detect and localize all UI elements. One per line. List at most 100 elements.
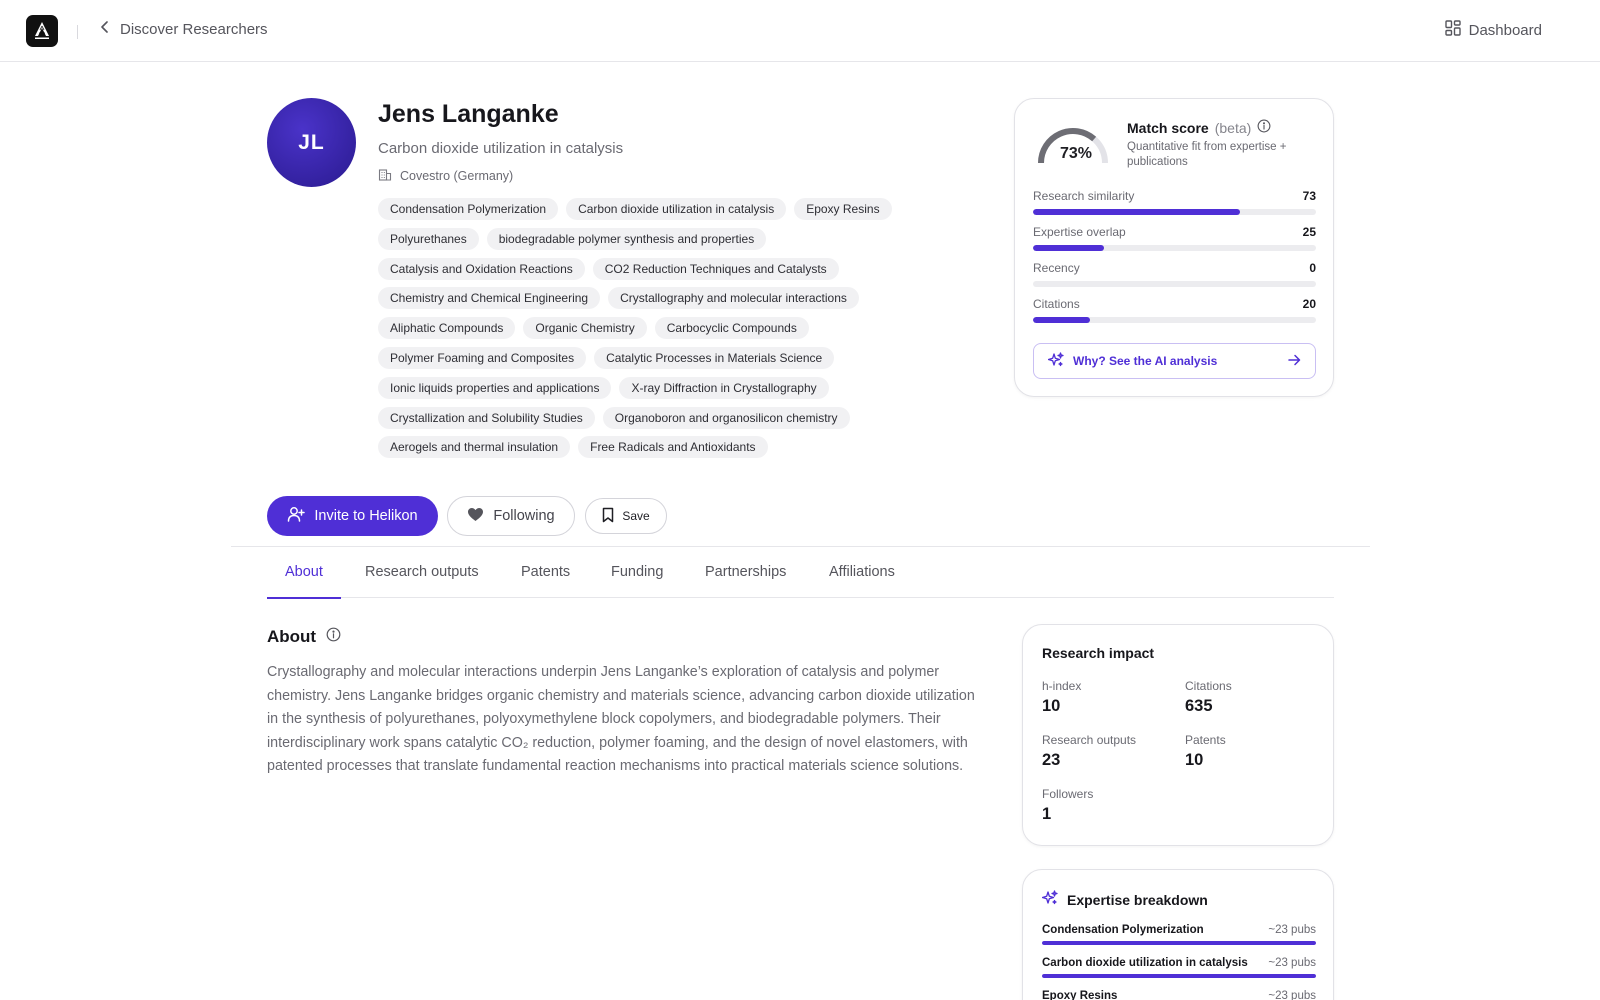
metric-value: 73 — [1302, 189, 1316, 203]
save-button[interactable]: Save — [585, 498, 667, 534]
expertise-item: Epoxy Resins ~23 pubs — [1042, 990, 1316, 1000]
expertise-tag[interactable]: Aerogels and thermal insulation — [378, 436, 571, 459]
info-icon[interactable] — [326, 627, 341, 647]
metric-label: Recency — [1033, 261, 1080, 275]
section-divider — [231, 546, 1370, 547]
arrow-right-icon — [1288, 354, 1301, 369]
tab-research-outputs[interactable]: Research outputs — [365, 564, 479, 598]
stat-h-index: h-index 10 — [1042, 679, 1081, 716]
following-button[interactable]: Following — [447, 496, 575, 536]
info-icon[interactable] — [1257, 119, 1271, 136]
stat-citations: Citations 635 — [1185, 679, 1232, 716]
ai-analysis-button[interactable]: Why? See the AI analysis — [1033, 343, 1316, 379]
expertise-tag[interactable]: Free Radicals and Antioxidants — [578, 436, 768, 459]
expertise-track — [1042, 974, 1316, 978]
stat-research-outputs: Research outputs 23 — [1042, 733, 1136, 770]
research-impact-card: Research impact h-index 10 Citations 635… — [1022, 624, 1334, 846]
tab-affiliations[interactable]: Affiliations — [829, 564, 895, 598]
tab-partnerships[interactable]: Partnerships — [705, 564, 786, 598]
match-score-label: Match score — [1127, 119, 1209, 136]
tag-row: Aerogels and thermal insulation Free Radi… — [378, 436, 938, 459]
expertise-tag[interactable]: Condensation Polymerization — [378, 198, 559, 220]
helikon-labs-logo-icon[interactable] — [26, 15, 58, 47]
metric-value: 0 — [1309, 261, 1316, 275]
expertise-tag[interactable]: Polyurethanes — [378, 227, 479, 250]
ai-analysis-label: Why? See the AI analysis — [1073, 354, 1218, 368]
expertise-fill — [1042, 974, 1316, 978]
stat-label: h-index — [1042, 679, 1082, 693]
expertise-name: Epoxy Resins — [1042, 990, 1118, 1000]
metric-recency: Recency 0 — [1033, 261, 1316, 287]
expertise-tag[interactable]: Epoxy Resins — [794, 198, 892, 220]
metric-value: 20 — [1302, 297, 1316, 311]
match-score-card: 73% Match score (beta) Quantitative fit … — [1014, 98, 1334, 397]
metric-track — [1033, 209, 1316, 215]
expertise-item: Carbon dioxide utilization in catalysis ~… — [1042, 957, 1316, 978]
expertise-item: Condensation Polymerization ~23 pubs — [1042, 924, 1316, 945]
match-score-value: 73% — [1060, 145, 1093, 162]
stat-value: 23 — [1042, 751, 1061, 769]
match-score-title: Match score (beta) — [1127, 119, 1271, 136]
expertise-fill — [1042, 941, 1316, 945]
expertise-count: ~23 pubs — [1268, 990, 1316, 1000]
metric-citations: Citations 20 — [1033, 297, 1316, 323]
researcher-subtitle: Carbon dioxide utilization in catalysis — [378, 140, 624, 157]
chevron-left-icon — [100, 20, 110, 38]
expertise-tag[interactable]: Ionic liquids properties and application… — [378, 376, 612, 399]
expertise-tag[interactable]: Organoboron and organosilicon chemistry — [602, 406, 850, 429]
stat-value: 10 — [1185, 751, 1204, 769]
expertise-tag[interactable]: CO2 Reduction Techniques and Catalysts — [592, 257, 839, 280]
stat-value: 635 — [1185, 697, 1213, 715]
beta-label: (beta) — [1214, 119, 1252, 136]
profile-tabs: About Research outputs Patents Funding P… — [267, 560, 1334, 599]
bookmark-icon — [602, 507, 614, 526]
expertise-tag[interactable]: biodegradable polymer synthesis and prop… — [486, 227, 767, 250]
invite-label: Invite to Helikon — [314, 508, 418, 524]
tab-about[interactable]: About — [267, 564, 341, 599]
tag-row: Aliphatic Compounds Organic Chemistry Carb… — [378, 317, 938, 340]
expertise-breakdown-header: Expertise breakdown — [1041, 890, 1208, 909]
metric-fill — [1033, 209, 1240, 215]
organization-name: Covestro (Germany) — [400, 169, 514, 183]
expertise-name: Condensation Polymerization — [1042, 924, 1204, 936]
metric-label: Expertise overlap — [1033, 225, 1126, 239]
save-label: Save — [622, 509, 650, 523]
back-to-discover-link[interactable]: Discover Researchers — [100, 20, 268, 38]
tab-funding[interactable]: Funding — [611, 564, 663, 598]
expertise-tag[interactable]: Carbocyclic Compounds — [654, 317, 809, 340]
grid-icon — [1444, 20, 1461, 41]
metric-label: Citations — [1033, 297, 1080, 311]
expertise-tag[interactable]: X-ray Diffraction in Crystallography — [619, 376, 829, 399]
expertise-tag[interactable]: Organic Chemistry — [523, 317, 647, 340]
following-label: Following — [493, 508, 555, 524]
expertise-tags: Condensation Polymerization Carbon dioxid… — [378, 198, 938, 466]
expertise-tag[interactable]: Crystallization and Solubility Studies — [378, 406, 595, 429]
top-bar: Discover Researchers Dashboard — [0, 0, 1600, 62]
expertise-tag[interactable]: Polymer Foaming and Composites — [378, 346, 587, 369]
invite-button[interactable]: Invite to Helikon — [267, 496, 438, 536]
about-text: Crystallography and molecular interactio… — [267, 664, 975, 774]
heart-icon — [467, 507, 484, 526]
stat-value: 1 — [1042, 805, 1052, 823]
expertise-tag[interactable]: Aliphatic Compounds — [378, 317, 516, 340]
tab-patents[interactable]: Patents — [521, 564, 570, 598]
tag-row: Chemistry and Chemical Engineering Crysta… — [378, 287, 938, 310]
metric-expertise-overlap: Expertise overlap 25 — [1033, 225, 1316, 251]
sparkles-icon — [1041, 890, 1058, 909]
expertise-breakdown-card: Expertise breakdown Condensation Polymer… — [1022, 869, 1334, 1000]
metric-fill — [1033, 317, 1090, 323]
tag-row: Catalysis and Oxidation Reactions CO2 Red… — [378, 257, 938, 280]
tag-row: Condensation Polymerization Carbon dioxid… — [378, 198, 938, 220]
dashboard-label: Dashboard — [1468, 22, 1542, 39]
stat-followers: Followers 1 — [1042, 787, 1093, 824]
expertise-tag[interactable]: Catalytic Processes in Materials Science — [594, 346, 835, 369]
expertise-tag[interactable]: Carbon dioxide utilization in catalysis — [566, 198, 787, 220]
expertise-tag[interactable]: Crystallography and molecular interactio… — [608, 287, 859, 310]
sparkles-icon — [1047, 351, 1064, 371]
expertise-tag[interactable]: Catalysis and Oxidation Reactions — [378, 257, 585, 280]
expertise-track — [1042, 941, 1316, 945]
avatar: JL — [267, 98, 356, 187]
building-icon — [378, 168, 392, 184]
dashboard-link[interactable]: Dashboard — [1444, 20, 1542, 41]
expertise-tag[interactable]: Chemistry and Chemical Engineering — [378, 287, 601, 310]
